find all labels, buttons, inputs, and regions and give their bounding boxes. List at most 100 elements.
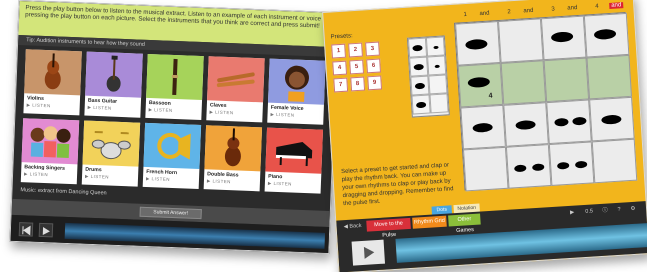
preset-button[interactable]: 5 <box>349 59 365 75</box>
settings-icon[interactable]: ⚙ <box>628 204 639 216</box>
palette-cell[interactable] <box>428 74 448 95</box>
instrument-tile-drums[interactable]: Drums ▶ LISTEN <box>81 120 141 187</box>
claves-icon <box>207 56 265 103</box>
preset-button[interactable]: 8 <box>350 76 366 92</box>
instrument-tile-claves[interactable]: Claves ▶ LISTEN <box>206 56 265 123</box>
beat-header: 2 <box>507 9 511 16</box>
listen-button[interactable]: ▶ LISTEN <box>207 178 231 185</box>
palette-cell[interactable] <box>410 75 430 96</box>
preset-button[interactable]: 7 <box>333 77 349 93</box>
tile-label: Double Bass <box>207 171 239 179</box>
palette-cell[interactable] <box>427 55 447 76</box>
grid-cell[interactable] <box>543 57 590 103</box>
beat-header: and <box>609 2 624 10</box>
beat-header: 4 <box>595 3 599 10</box>
preset-button[interactable]: 1 <box>331 43 346 59</box>
grid-cell[interactable] <box>460 104 506 150</box>
grid-cell[interactable] <box>546 99 592 145</box>
bottom-panel: ◀ Back Move to the Pulse Rhythm Grid Oth… <box>336 200 647 272</box>
palette-cell[interactable] <box>409 56 429 77</box>
instructions-text: Select a preset to get started and clap … <box>340 162 454 208</box>
listen-button[interactable]: ▶ LISTEN <box>149 107 173 114</box>
palette-cell[interactable] <box>429 93 449 114</box>
grid-cell[interactable] <box>583 12 630 58</box>
instrument-quiz-screen: Press the play button below to listen to… <box>9 0 339 255</box>
music-extract-label: Music: extract from Dancing Queen <box>20 187 107 197</box>
composite-screenshot: Press the play button below to listen to… <box>0 0 647 272</box>
instrument-tile-bassoon[interactable]: Bassoon ▶ LISTEN <box>145 53 204 121</box>
move-to-pulse-button[interactable]: Move to the Pulse <box>366 217 411 239</box>
palette-cell[interactable] <box>425 36 446 57</box>
grid-cell[interactable] <box>505 144 552 189</box>
listen-button[interactable]: ▶ LISTEN <box>88 105 112 112</box>
tempo-value: 0.5 <box>585 208 594 215</box>
listen-button[interactable]: ▶ LISTEN <box>27 102 51 109</box>
grid-cell[interactable] <box>497 18 544 63</box>
listen-button[interactable]: ▶ LISTEN <box>209 109 234 116</box>
instrument-tile-bass-guitar[interactable]: Bass Guitar ▶ LISTEN <box>84 51 143 118</box>
grid-cell[interactable] <box>540 15 587 61</box>
other-games-button[interactable]: Other Games <box>448 213 481 234</box>
waveform-scrubber[interactable] <box>395 222 647 263</box>
number-marker: 4 <box>488 92 493 100</box>
grid-cell[interactable] <box>548 141 595 186</box>
instrument-tile-double-bass[interactable]: Double Bass ▶ LISTEN <box>203 125 263 192</box>
grid-cell[interactable] <box>462 146 509 192</box>
tile-label: Claves <box>209 102 227 110</box>
french-horn-icon <box>143 122 202 170</box>
waveform-scrubber[interactable] <box>64 222 326 249</box>
instrument-grid: Violins ▶ LISTEN Bass Guitar ▶ LISTEN Ba… <box>20 49 330 194</box>
info-icon[interactable]: ⓘ <box>600 205 611 217</box>
listen-button[interactable]: ▶ LISTEN <box>24 171 48 178</box>
instrument-tile-french-horn[interactable]: French Horn ▶ LISTEN <box>142 122 202 189</box>
preset-button[interactable]: 3 <box>365 41 380 57</box>
presets-label: Presets: <box>330 33 353 41</box>
grid-cell[interactable] <box>500 60 547 105</box>
drums-icon <box>82 120 141 167</box>
play-icon[interactable] <box>351 239 386 266</box>
grid-cell[interactable] <box>586 54 633 100</box>
tile-label: Bass Guitar <box>87 97 118 105</box>
beat-header: 1 <box>463 11 468 19</box>
rhythm-grid-screen: Presets: 1 2 3 4 5 6 7 8 9 1 and 2 and 3… <box>322 0 647 272</box>
bass-guitar-icon <box>85 51 143 98</box>
backing-singers-icon <box>21 118 80 165</box>
grid-cell[interactable] <box>455 21 501 66</box>
instrument-tile-female-voice[interactable]: Female Voice ▶ LISTEN <box>267 58 326 125</box>
preset-button[interactable]: 4 <box>332 60 348 76</box>
rhythm-grid: 4 <box>454 11 638 192</box>
tile-label: Drums <box>85 166 102 174</box>
beat-header: and <box>479 10 490 18</box>
tile-label: Piano <box>268 173 283 181</box>
female-voice-icon <box>268 58 326 105</box>
preset-button[interactable]: 6 <box>366 58 381 74</box>
instrument-tile-backing-singers[interactable]: Backing Singers ▶ LISTEN <box>20 118 80 185</box>
listen-button[interactable]: ▶ LISTEN <box>270 112 294 119</box>
instrument-tile-violins[interactable]: Violins ▶ LISTEN <box>23 49 82 116</box>
grid-cell[interactable]: 4 <box>457 62 504 108</box>
listen-button[interactable]: ▶ LISTEN <box>268 181 292 188</box>
help-icon[interactable]: ? <box>614 204 625 216</box>
double-bass-icon <box>204 125 263 172</box>
listen-button[interactable]: ▶ LISTEN <box>85 174 109 181</box>
rhythm-grid-button[interactable]: Rhythm Grid <box>412 215 447 229</box>
instrument-tile-piano[interactable]: Piano ▶ LISTEN <box>264 127 324 194</box>
listen-button[interactable]: ▶ LISTEN <box>146 176 170 183</box>
preset-button[interactable]: 2 <box>348 42 363 58</box>
skip-back-icon[interactable] <box>18 222 34 237</box>
grid-cell[interactable] <box>591 138 638 184</box>
preset-button[interactable]: 9 <box>367 75 383 91</box>
play-icon[interactable] <box>38 222 54 238</box>
submit-answer-button[interactable]: Submit Answer! <box>139 206 202 220</box>
tile-label: Female Voice <box>270 104 304 112</box>
back-button[interactable]: ◀ Back <box>342 221 363 233</box>
tile-label: French Horn <box>146 168 178 177</box>
palette-cell[interactable] <box>411 94 431 115</box>
grid-cell[interactable] <box>503 102 549 147</box>
palette-cell[interactable] <box>407 37 428 58</box>
grid-cell[interactable] <box>589 96 635 142</box>
play-small-icon[interactable]: ▶ <box>568 208 577 219</box>
rhythm-palette <box>406 35 450 118</box>
tile-label: Bassoon <box>148 100 171 107</box>
beat-header: and <box>523 7 534 15</box>
